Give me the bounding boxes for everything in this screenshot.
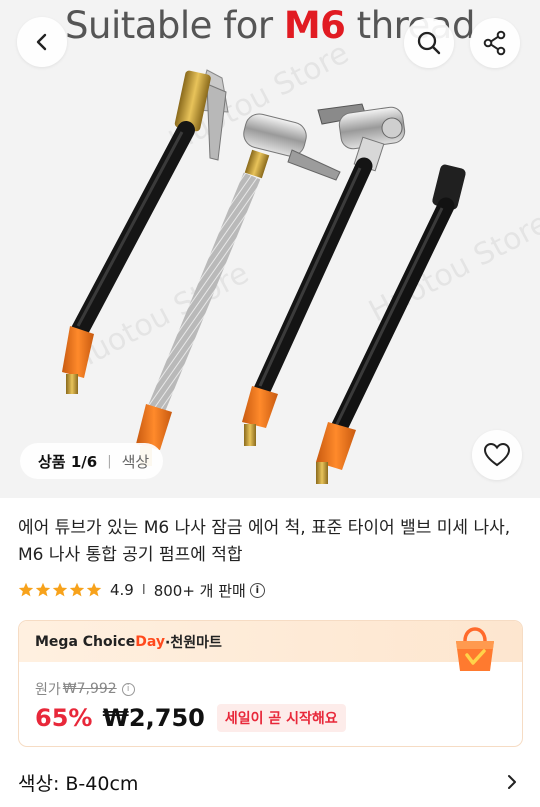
product-title: 에어 튜브가 있는 M6 나사 잠금 에어 척, 표준 타이어 밸브 미세 나사… <box>18 518 511 565</box>
rating-score: 4.9 <box>110 581 134 599</box>
star-icon <box>86 582 102 597</box>
sale-badge: 세일이 곧 시작해요 <box>216 704 346 732</box>
shopping-bag-icon <box>456 627 494 671</box>
variant-selector[interactable]: 색상: B-40cm <box>18 768 523 796</box>
back-button[interactable] <box>17 17 67 67</box>
original-price-label: 원가 <box>35 682 61 698</box>
chevron-right-icon <box>508 775 516 789</box>
info-icon[interactable]: i <box>121 682 135 696</box>
star-icon <box>69 582 85 597</box>
promo-header: Mega Choice Day ·천원마트 <box>19 621 522 662</box>
heart-icon <box>483 442 511 467</box>
star-icon <box>18 582 34 597</box>
discount-percent: 65% <box>35 704 93 732</box>
share-icon <box>483 30 506 56</box>
star-icon <box>52 582 68 597</box>
sale-price: ₩2,750 <box>102 704 205 732</box>
share-button[interactable] <box>470 18 520 68</box>
promo-brand-mart: ·천원마트 <box>165 634 222 651</box>
tab-color-images[interactable]: 색상 <box>122 451 150 472</box>
image-counter: 상품 1/6 <box>38 452 98 471</box>
promo-brand-day: Day <box>135 633 165 650</box>
variant-label: 색상: B-40cm <box>18 772 139 795</box>
price-row: 65% ₩2,750 세일이 곧 시작해요 <box>35 704 346 732</box>
search-icon <box>417 31 441 55</box>
chevron-left-icon <box>36 33 47 51</box>
original-price: ₩7,992 <box>62 681 117 697</box>
promo-brand: Mega Choice <box>35 633 136 650</box>
star-icon <box>35 582 51 597</box>
gallery-counter-pill[interactable]: 상품 1/6 | 색상 <box>20 443 164 479</box>
air-chuck-1 <box>62 69 229 394</box>
info-icon[interactable]: i <box>249 582 265 598</box>
product-photo <box>62 69 466 484</box>
pill-separator: | <box>107 453 112 469</box>
promo-card[interactable]: Mega Choice Day ·천원마트 원가 ₩7,992 i 65% ₩2,7… <box>18 620 523 747</box>
star-rating <box>18 582 102 598</box>
original-price-row: 원가 ₩7,992 i <box>35 679 135 699</box>
wishlist-button[interactable] <box>472 430 522 480</box>
rating-separator: I <box>141 582 146 598</box>
rating-row: 4.9 I 800+ 개 판매 i <box>18 579 265 601</box>
search-button[interactable] <box>404 18 454 68</box>
product-image-gallery[interactable]: Suitable for M6 thread Huotou Store Huot… <box>0 0 540 498</box>
sold-count: 800+ 개 판매 <box>153 581 246 600</box>
